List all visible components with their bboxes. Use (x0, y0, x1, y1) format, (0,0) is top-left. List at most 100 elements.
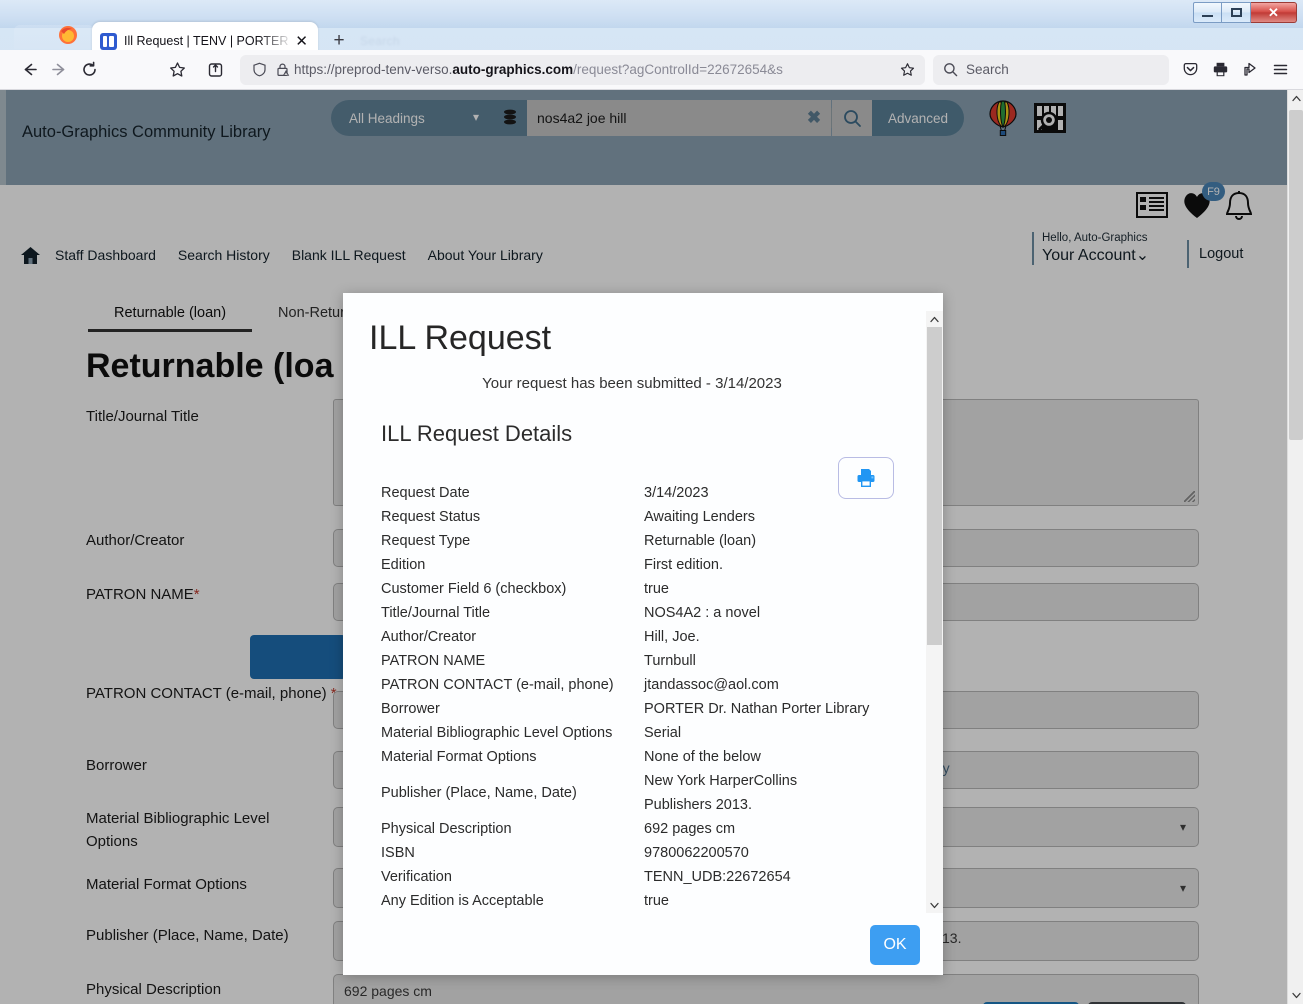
detail-key: Publisher (Place, Name, Date) (381, 785, 577, 801)
detail-row: Request Date 3/14/2023 (381, 481, 911, 505)
close-icon: ✕ (1268, 5, 1279, 20)
detail-value: 3/14/2023 (644, 485, 709, 501)
detail-row: Any Edition is Acceptable true (381, 889, 911, 913)
toolbar-search-placeholder: Search (966, 62, 1009, 77)
detail-value: Turnbull (644, 653, 696, 669)
print-toolbar-icon[interactable] (1205, 55, 1235, 85)
detail-value: Awaiting Lenders (644, 509, 755, 525)
detail-key: Edition (381, 557, 426, 573)
detail-value: true (644, 581, 669, 597)
save-to-pocket-icon[interactable] (200, 55, 230, 85)
detail-key: PATRON NAME (381, 653, 486, 669)
page-viewport: Auto-Graphics Community Library All Head… (0, 90, 1303, 1004)
modal-scroll-area: ILL Request Your request has been submit… (343, 293, 943, 913)
ok-button-label: OK (883, 936, 907, 953)
bookmark-star-icon[interactable] (162, 55, 192, 85)
detail-key: Request Status (381, 509, 481, 525)
detail-row: Customer Field 6 (checkbox) true (381, 577, 911, 601)
share-icon[interactable] (1235, 55, 1265, 85)
detail-key: Request Date (381, 485, 470, 501)
background-tab[interactable] (14, 25, 94, 49)
detail-row: Publisher (Place, Name, Date) New York Ha… (381, 769, 911, 817)
modal-title: ILL Request (369, 319, 552, 357)
detail-value: 9780062200570 (644, 845, 749, 861)
detail-value: Hill, Joe. (644, 629, 700, 645)
scroll-down-icon[interactable] (926, 897, 943, 913)
tab-favicon-icon (100, 32, 117, 50)
detail-value: None of the below (644, 749, 761, 765)
firefox-logo-icon (59, 26, 77, 44)
window-controls: ✕ (1193, 2, 1297, 24)
close-window-button[interactable]: ✕ (1251, 2, 1297, 23)
scrollbar-thumb[interactable] (927, 327, 942, 645)
detail-row: Borrower PORTER Dr. Nathan Porter Library (381, 697, 911, 721)
modal-scrollbar[interactable] (926, 311, 943, 913)
detail-value: jtandassoc@aol.com (644, 677, 779, 693)
detail-key: Customer Field 6 (checkbox) (381, 581, 567, 597)
detail-value: Serial (644, 725, 682, 741)
detail-value-line: Publishers 2013. (644, 797, 753, 813)
detail-value: New York HarperCollins Publishers 2013. (644, 769, 911, 817)
detail-row: Material Bibliographic Level Options Seri… (381, 721, 911, 745)
detail-key: ISBN (381, 845, 415, 861)
detail-row: Request Type Returnable (loan) (381, 529, 911, 553)
detail-row: ISBN 9780062200570 (381, 841, 911, 865)
detail-key: Author/Creator (381, 629, 477, 645)
pocket-icon[interactable] (1175, 55, 1205, 85)
toolbar-search-box[interactable]: Search (933, 54, 1169, 85)
details-heading: ILL Request Details (381, 421, 573, 446)
browser-tabstrip: Ill Request | TENV | PORTER | Au ✕ + Sea… (0, 22, 1303, 60)
detail-value: true (644, 893, 669, 909)
search-icon (944, 63, 958, 77)
new-tab-button[interactable]: + (328, 30, 350, 52)
page-scroll-up-icon[interactable] (1288, 90, 1303, 107)
detail-key: Physical Description (381, 821, 512, 837)
shield-icon[interactable] (248, 55, 270, 85)
ok-button[interactable]: OK (870, 925, 920, 965)
ill-request-details-list: Request Date 3/14/2023 Request Status Await… (381, 481, 911, 913)
detail-row: Verification TENN_UDB:22672654 (381, 865, 911, 889)
bookmark-page-star-icon[interactable] (897, 55, 917, 85)
back-icon[interactable] (14, 55, 44, 85)
ghost-search-label: Search (360, 34, 400, 48)
os-window: ✕ Ill Request | TENV | PORTER | Au ✕ + S… (0, 0, 1303, 1004)
reload-icon[interactable] (74, 55, 104, 85)
detail-row: Request Status Awaiting Lenders (381, 505, 911, 529)
detail-key: Verification (381, 869, 452, 885)
detail-value: 692 pages cm (644, 821, 736, 837)
detail-key: Any Edition is Acceptable (381, 893, 544, 909)
detail-key: Request Type (381, 533, 471, 549)
detail-row: Material Format Options None of the below (381, 745, 911, 769)
forward-icon[interactable] (44, 55, 74, 85)
detail-row: Physical Description 692 pages cm (381, 817, 911, 841)
url-host: auto-graphics.com (452, 62, 574, 77)
minimize-button[interactable] (1193, 2, 1222, 23)
detail-row: Author/Creator Hill, Joe. (381, 625, 911, 649)
maximize-button[interactable] (1222, 2, 1251, 23)
app-menu-icon[interactable] (1265, 55, 1295, 85)
detail-key: Title/Journal Title (381, 605, 491, 621)
detail-value: NOS4A2 : a novel (644, 605, 761, 621)
detail-row: Title/Journal Title NOS4A2 : a novel (381, 601, 911, 625)
modal-subtitle: Your request has been submitted - 3/14/2… (482, 375, 782, 392)
url-path: /request?agControlId=22672654&s (573, 62, 783, 77)
detail-value-line: New York HarperCollins (644, 773, 798, 789)
detail-value: TENN_UDB:22672654 (644, 869, 791, 885)
url-prefix: https://preprod-tenv-verso. (294, 62, 453, 77)
close-tab-icon[interactable]: ✕ (293, 34, 310, 49)
page-scrollbar-thumb[interactable] (1289, 110, 1303, 440)
toolbar-actions (1175, 55, 1303, 85)
detail-row: PATRON CONTACT (e-mail, phone) jtandassoc… (381, 673, 911, 697)
ill-request-modal: ILL Request Your request has been submit… (343, 293, 943, 975)
lock-warning-icon[interactable] (270, 55, 294, 85)
detail-value: First edition. (644, 557, 723, 573)
page-scrollbar[interactable] (1287, 90, 1303, 1004)
url-bar[interactable]: https://preprod-tenv-verso. auto-graphic… (240, 54, 925, 85)
detail-key: Material Bibliographic Level Options (381, 725, 613, 741)
scroll-up-icon[interactable] (926, 311, 943, 327)
detail-value: Returnable (loan) (644, 533, 757, 549)
page-scroll-down-icon[interactable] (1288, 987, 1303, 1004)
detail-value: PORTER Dr. Nathan Porter Library (644, 701, 870, 717)
detail-row: Edition First edition. (381, 553, 911, 577)
tab-title: Ill Request | TENV | PORTER | Au (124, 34, 293, 48)
